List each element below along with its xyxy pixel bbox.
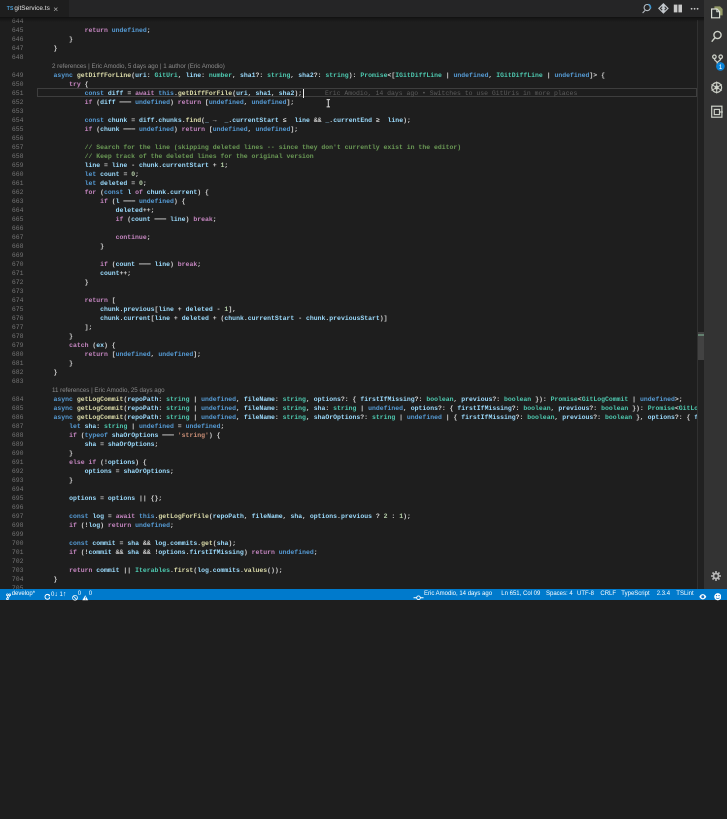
svg-text:1: 1 [719,64,723,71]
